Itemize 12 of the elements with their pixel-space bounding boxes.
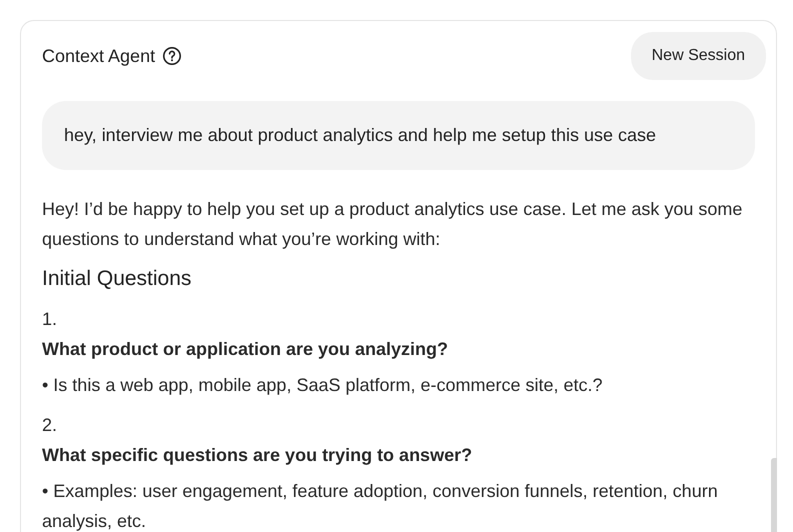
panel-title: Context Agent xyxy=(42,46,156,66)
assistant-intro: Hey! I’d be happy to help you set up a product analytics use case. Let me ask you some questions to understand what you’re working with: xyxy=(42,198,744,251)
question-text: What specific questions are you trying to answer? xyxy=(42,444,474,467)
help-icon[interactable] xyxy=(162,46,182,66)
list-number: 2. xyxy=(42,414,58,437)
list-number: 1. xyxy=(42,308,58,331)
question-text: What product or application are you analyzing? xyxy=(42,338,450,361)
new-session-button[interactable]: New Session xyxy=(630,32,766,80)
bullet-text: • Examples: user engagement, feature adoption, conversion funnels, retention, churn analysis, etc. xyxy=(42,480,719,532)
bullet-text: • Is this a web app, mobile app, SaaS platform, e-commerce site, etc.? xyxy=(42,374,604,397)
section-heading: Initial Questions xyxy=(42,266,192,292)
user-message: hey, interview me about product analytics and help me setup this use case xyxy=(42,101,755,170)
